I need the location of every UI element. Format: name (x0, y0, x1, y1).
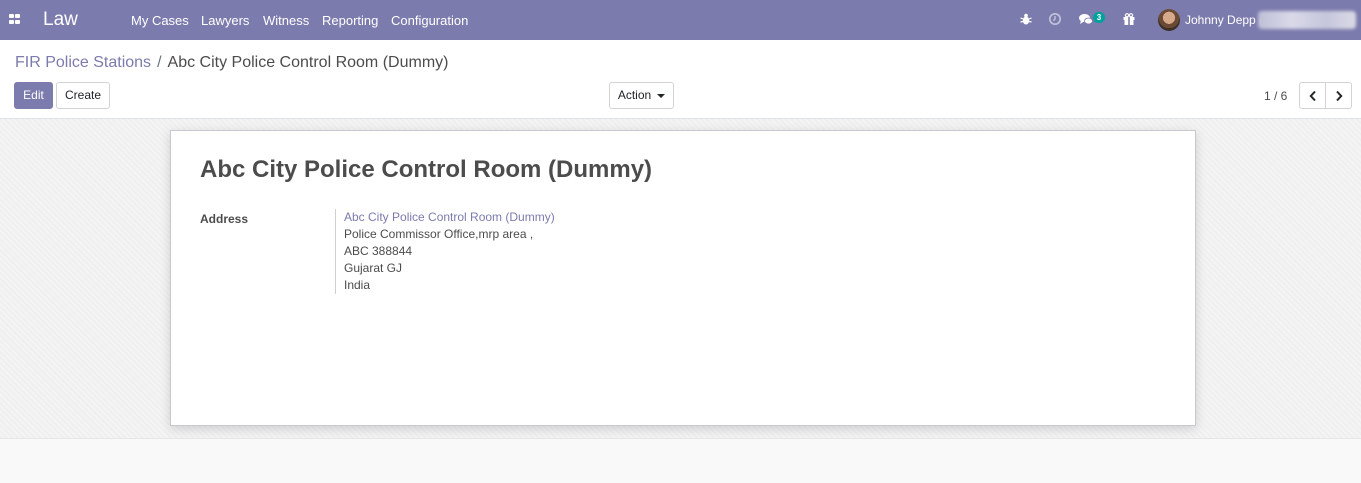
chatter-area (0, 438, 1361, 483)
address-value: Abc City Police Control Room (Dummy) Pol… (335, 209, 555, 294)
edit-button[interactable]: Edit (14, 82, 53, 109)
redacted-user-info (1258, 11, 1356, 29)
menu-my-cases[interactable]: My Cases (131, 13, 189, 28)
address-street: Police Commissor Office,mrp area , (344, 227, 534, 241)
address-country: India (344, 278, 371, 292)
pager-previous-button[interactable] (1299, 82, 1326, 109)
caret-down-icon (657, 93, 666, 98)
control-panel: FIR Police Stations / Abc City Police Cont… (0, 40, 1361, 119)
menu-reporting[interactable]: Reporting (322, 13, 378, 28)
action-label: Action (617, 88, 652, 102)
app-brand[interactable]: Law (43, 9, 78, 31)
address-label: Address (200, 212, 249, 226)
chevron-right-icon (1335, 90, 1343, 102)
menu-lawyers[interactable]: Lawyers (201, 13, 249, 28)
clock-icon[interactable] (1048, 12, 1062, 26)
chat-icon[interactable] (1078, 12, 1094, 26)
messages-count-badge: 3 (1093, 12, 1105, 23)
bug-icon[interactable] (1019, 12, 1033, 26)
create-button[interactable]: Create (56, 82, 110, 109)
breadcrumb-current: Abc City Police Control Room (Dummy) (167, 54, 449, 71)
breadcrumb-parent-link[interactable]: FIR Police Stations (15, 54, 151, 71)
address-name-link[interactable]: Abc City Police Control Room (Dummy) (344, 209, 555, 226)
menu-configuration[interactable]: Configuration (391, 13, 468, 28)
menu-witness[interactable]: Witness (263, 13, 309, 28)
apps-grid-icon[interactable] (9, 14, 20, 25)
user-avatar[interactable] (1158, 9, 1180, 31)
chevron-left-icon (1308, 90, 1316, 102)
gift-icon[interactable] (1122, 12, 1136, 26)
form-sheet: Abc City Police Control Room (Dummy) Add… (170, 130, 1196, 426)
top-navbar: Law My Cases Lawyers Witness Reporting C… (0, 0, 1361, 40)
address-state: Gujarat GJ (344, 261, 403, 275)
pager-next-button[interactable] (1325, 82, 1352, 109)
form-view-background: Abc City Police Control Room (Dummy) Add… (0, 119, 1361, 438)
pager-value[interactable]: 1 / 6 (1264, 89, 1287, 103)
address-city-zip: ABC 388844 (344, 244, 413, 258)
breadcrumb-separator: / (157, 54, 162, 71)
breadcrumb: FIR Police Stations / Abc City Police Cont… (15, 54, 448, 72)
action-dropdown-button[interactable]: Action (609, 82, 674, 109)
record-title: Abc City Police Control Room (Dummy) (200, 156, 653, 183)
user-name[interactable]: Johnny Depp ( (1185, 13, 1263, 27)
